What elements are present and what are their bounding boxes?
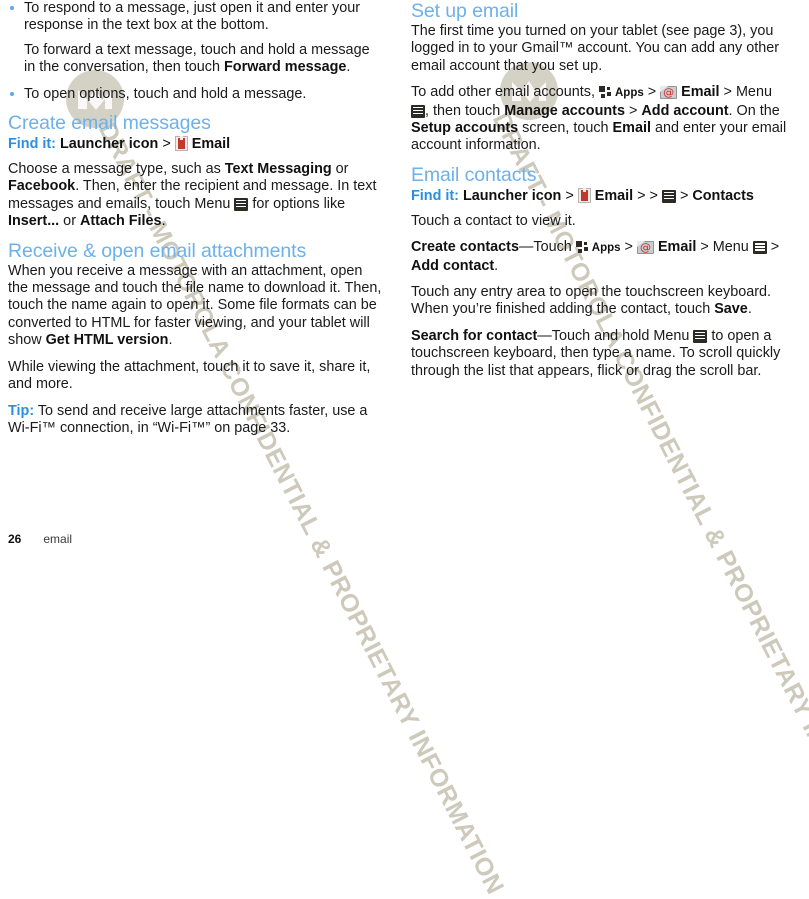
find-it-label: Find it:	[411, 187, 459, 204]
chevron-separator: >	[624, 102, 642, 119]
bullet-list: To open options, touch and hold a messag…	[8, 86, 384, 103]
contacts-label: Contacts	[692, 187, 754, 204]
create-menu-text: > Menu	[696, 239, 753, 256]
entry-end: .	[747, 301, 752, 318]
choose-message-type-paragraph: Choose a message type, such as Text Mess…	[8, 161, 384, 231]
page-footer: 26 email	[8, 532, 72, 546]
chevron-separator: >	[643, 84, 661, 101]
add-menu-text: > Menu	[719, 84, 772, 101]
setup-intro-paragraph: The first time you turned on your tablet…	[411, 23, 780, 74]
email-bold: Email	[612, 120, 651, 137]
email-app-icon: @	[636, 241, 654, 255]
search-contact-paragraph: Search for contact—Touch and hold Menu t…	[411, 328, 787, 380]
section-heading-email-contacts: Email contacts	[411, 163, 537, 186]
choose-options: for options like	[248, 195, 346, 212]
email-label: Email	[681, 84, 720, 101]
add-account-bold: Add account	[641, 102, 729, 119]
create-contacts-paragraph: Create contacts—Touch Apps > @ Email > M…	[411, 239, 787, 275]
choose-or-2: or	[59, 213, 80, 230]
apps-icon	[575, 241, 588, 254]
list-item: To open options, touch and hold a messag…	[8, 86, 384, 103]
while-viewing-paragraph: While viewing the attachment, touch it t…	[8, 358, 371, 393]
menu-icon	[234, 197, 249, 211]
email-label: Email	[191, 136, 231, 153]
create-contacts-bold: Create contacts	[411, 239, 519, 256]
forward-post-text: .	[346, 59, 351, 76]
add-screen-touch: screen, touch	[518, 120, 613, 137]
chevron-separator: >	[620, 239, 637, 256]
email-label: Email	[594, 187, 634, 204]
choose-end: .	[161, 213, 166, 230]
menu-icon	[661, 189, 676, 203]
setup-accounts-bold: Setup accounts	[411, 120, 519, 137]
tip-text: To send and receive large attachments fa…	[8, 402, 368, 436]
menu-icon	[693, 329, 708, 343]
create-touch: —Touch	[518, 239, 576, 256]
section-heading-create-email: Create email messages	[8, 112, 211, 135]
receive-end: .	[168, 332, 173, 349]
insert-bold: Insert...	[8, 213, 60, 230]
choose-pre: Choose a message type, such as	[8, 161, 225, 178]
bullet-text: To respond to a message, just open it an…	[24, 0, 360, 34]
facebook-bold: Facebook	[8, 178, 76, 195]
menu-icon	[411, 104, 425, 118]
receive-attachment-paragraph: When you receive a message with an attac…	[8, 263, 384, 350]
section-heading-set-up-email: Set up email	[411, 0, 519, 22]
add-contact-bold: Add contact	[411, 257, 495, 274]
footer-section-label: email	[43, 532, 73, 546]
find-it-label: Find it:	[8, 136, 56, 153]
add-on-the: . On the	[728, 102, 780, 119]
right-column: Set up email The first time you turned o…	[411, 0, 787, 389]
bullet-dot-icon	[10, 6, 14, 10]
launcher-icon-label: Launcher icon	[462, 187, 562, 204]
create-end: .	[494, 257, 499, 274]
chevron-separator: >	[565, 187, 574, 204]
choose-or-1: or	[331, 161, 349, 178]
menu-icon	[752, 241, 767, 255]
tip-label: Tip:	[8, 402, 35, 419]
forward-message-bold: Forward message	[224, 59, 347, 76]
apps-icon	[598, 86, 611, 99]
bullet-dot-icon	[10, 91, 14, 96]
manual-page: DRAFT - MOTOROLA CONFIDENTIAL & PROPRIET…	[0, 0, 809, 899]
chevron-separator: >	[649, 187, 658, 204]
chevron-separator: >	[766, 239, 780, 256]
text-messaging-bold: Text Messaging	[224, 161, 332, 178]
apps-label: Apps	[614, 87, 644, 100]
page-number: 26	[8, 532, 22, 546]
find-it-line: Find it: Launcher icon > Email	[8, 135, 384, 153]
bullet-text: To open options, touch and hold a messag…	[24, 85, 307, 102]
sub-paragraph: To forward a text message, touch and hol…	[8, 42, 384, 77]
chevron-separator: >	[637, 187, 646, 204]
add-accounts-paragraph: To add other email accounts, Apps > @ Em…	[411, 84, 787, 155]
chevron-separator: >	[679, 187, 689, 204]
add-then-touch: , then touch	[425, 102, 505, 119]
find-it-line: Find it: Launcher icon > Email > > > Con…	[411, 187, 787, 205]
bullet-list: To respond to a message, just open it an…	[8, 0, 384, 35]
search-for-contact-bold: Search for contact	[411, 327, 538, 344]
search-pre: —Touch and hold Menu	[537, 327, 694, 344]
launcher-icon	[577, 187, 591, 203]
entry-area-paragraph: Touch any entry area to open the touchsc…	[411, 284, 787, 319]
manage-accounts-bold: Manage accounts	[504, 102, 625, 119]
email-app-icon: @	[660, 86, 678, 100]
attach-files-bold: Attach Files	[79, 213, 162, 230]
launcher-icon-label: Launcher icon	[59, 136, 159, 153]
forward-message-paragraph: To forward a text message, touch and hol…	[24, 42, 384, 77]
chevron-separator: >	[162, 136, 171, 153]
section-heading-receive-attachments: Receive & open email attachments	[8, 239, 307, 262]
apps-label: Apps	[591, 242, 621, 255]
tip-paragraph: Tip: To send and receive large attachmen…	[8, 403, 384, 438]
touch-contact-paragraph: Touch a contact to view it.	[411, 212, 576, 229]
get-html-version-bold: Get HTML version	[45, 332, 169, 349]
add-pre: To add other email accounts,	[411, 84, 599, 101]
email-label: Email	[657, 239, 697, 256]
save-bold: Save	[714, 301, 748, 318]
launcher-icon	[174, 136, 188, 152]
left-column: To respond to a message, just open it an…	[8, 0, 384, 446]
list-item: To respond to a message, just open it an…	[8, 0, 384, 35]
